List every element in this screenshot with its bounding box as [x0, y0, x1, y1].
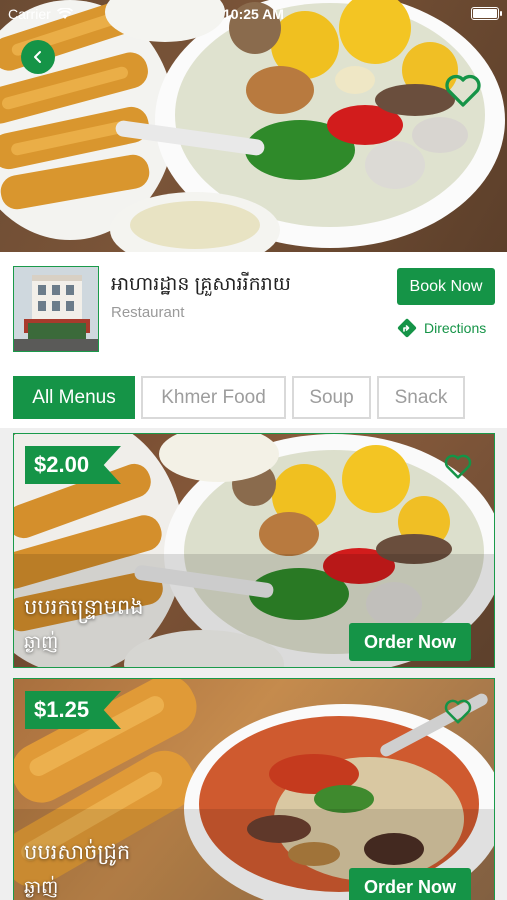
dish-subtitle: ឆ្ងាញ់ [24, 632, 59, 652]
price-label: $1.25 [34, 697, 90, 722]
favorite-heart-icon[interactable] [443, 70, 483, 110]
porridge-photo [0, 0, 505, 252]
tab-khmer-food[interactable]: Khmer Food [141, 376, 286, 419]
dish-subtitle: ឆ្ងាញ់ [24, 877, 59, 897]
favorite-heart-icon[interactable] [442, 451, 474, 481]
menu-item-card[interactable]: $2.00 បបរកន្ទ្រោមពង ឆ្ងាញ់ Order Now [13, 433, 495, 668]
tab-soup[interactable]: Soup [292, 376, 371, 419]
back-button[interactable] [21, 40, 55, 74]
dish-name: បបរកន្ទ្រោមពង [24, 596, 144, 619]
battery-icon [471, 7, 502, 20]
tab-all-menus[interactable]: All Menus [13, 376, 135, 419]
menu-list[interactable]: $2.00 បបរកន្ទ្រោមពង ឆ្ងាញ់ Order Now $1.… [0, 428, 507, 900]
hero-image: Carrier 10:25 AM [0, 0, 507, 252]
status-bar: Carrier 10:25 AM [0, 0, 507, 28]
menu-category-tabs: All Menus Khmer Food Soup Snack [0, 376, 507, 422]
clock: 10:25 AM [223, 6, 284, 22]
building-photo [14, 267, 98, 351]
tab-snack[interactable]: Snack [377, 376, 465, 419]
directions-link[interactable]: Directions [397, 318, 486, 338]
directions-icon [397, 318, 417, 338]
dish-name: បបរសាច់ជ្រូក [24, 841, 131, 864]
vendor-name: អាហារដ្ឋាន គ្រួសាររីករាយ [111, 274, 291, 295]
order-now-button[interactable]: Order Now [349, 623, 471, 661]
price-label: $2.00 [34, 452, 90, 477]
back-arrow-icon [34, 51, 41, 63]
menu-item-card[interactable]: $1.25 បបរសាច់ជ្រូក ឆ្ងាញ់ Order Now [13, 678, 495, 900]
vendor-thumbnail [13, 266, 99, 352]
order-now-button[interactable]: Order Now [349, 868, 471, 900]
vendor-info-panel: អាហារដ្ឋាន គ្រួសាររីករាយ Restaurant Book… [0, 252, 507, 362]
vendor-type: Restaurant [111, 304, 185, 321]
directions-label: Directions [424, 320, 487, 336]
favorite-heart-icon[interactable] [442, 696, 474, 726]
book-now-button[interactable]: Book Now [397, 268, 495, 305]
